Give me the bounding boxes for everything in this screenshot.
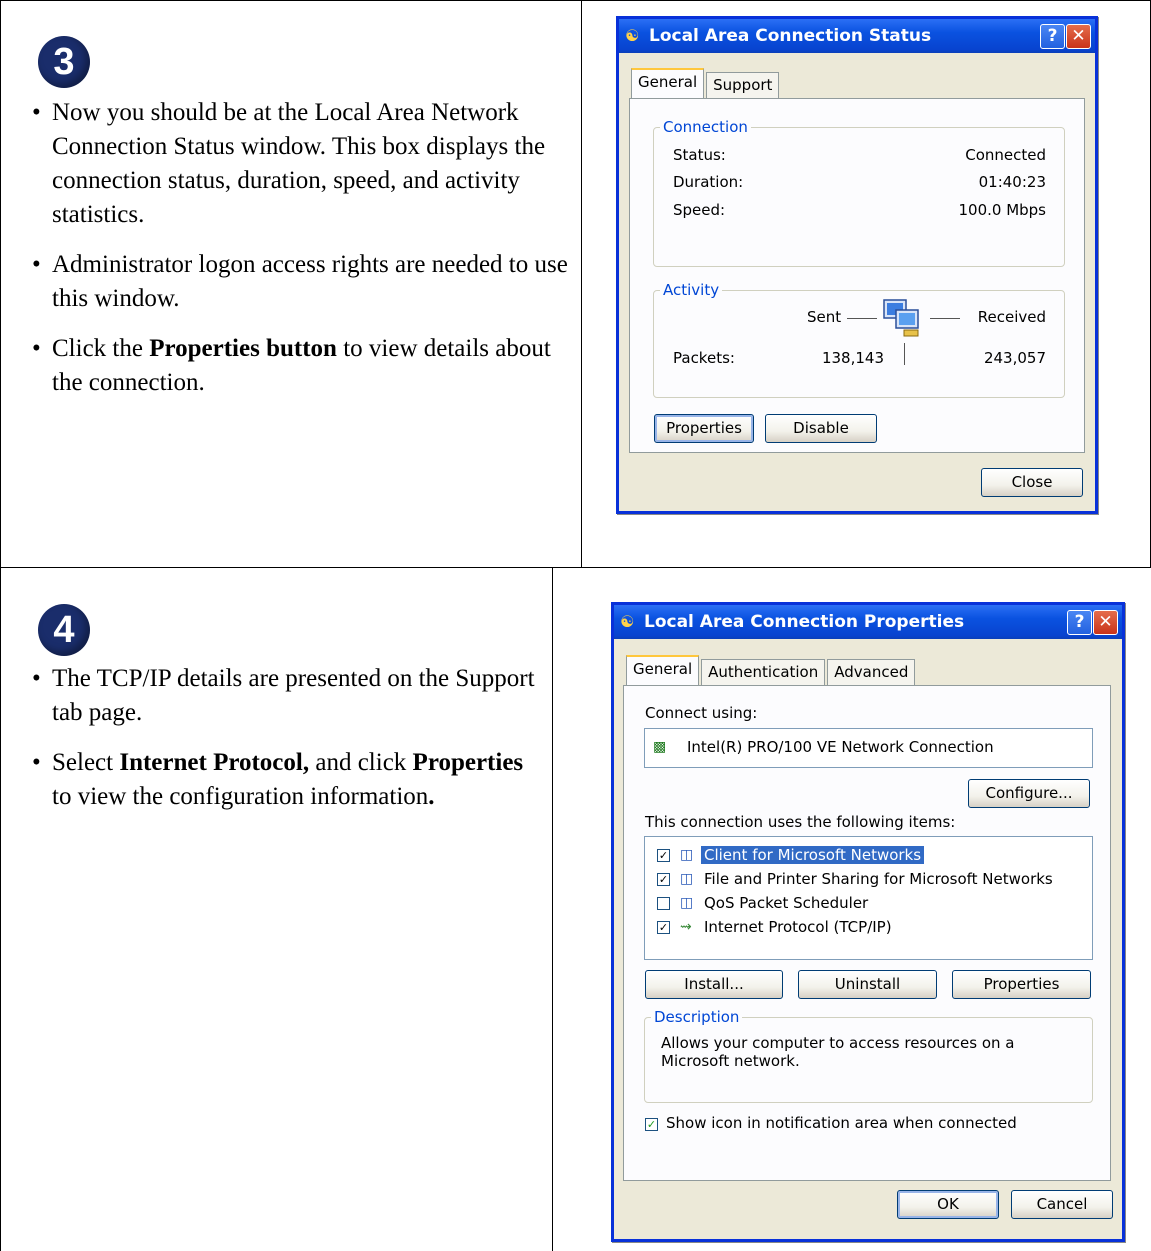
speed-label: Speed: (673, 201, 726, 219)
show-icon-checkbox[interactable]: ✓ (645, 1118, 658, 1131)
tab-general[interactable]: General (631, 68, 705, 98)
item-checkbox[interactable]: ✓ (657, 873, 670, 886)
description-group: Description Allows your computer to acce… (644, 1008, 1093, 1103)
activity-legend: Activity (660, 281, 723, 299)
step-3-bullet-3: Click the Properties button to view deta… (32, 332, 577, 400)
item-checkbox[interactable]: ✓ (657, 849, 670, 862)
step-4-bullets: The TCP/IP details are presented on the … (32, 662, 542, 830)
table-divider-top (581, 0, 582, 568)
file-sharing-icon: ◫ (680, 871, 694, 887)
step-3-badge: 3 (38, 36, 90, 88)
list-item[interactable]: ✓ ◫ File and Printer Sharing for Microso… (645, 869, 1092, 891)
network-adapter-icon: ▩ (653, 739, 667, 755)
list-item[interactable]: ✓ ◫ Client for Microsoft Networks (645, 845, 1092, 867)
status-tab-panel: Connection Status: Connected Duration: 0… (629, 98, 1085, 453)
tab-advanced[interactable]: Advanced (827, 659, 916, 685)
item-label: QoS Packet Scheduler (704, 894, 869, 912)
adapter-field: ▩ Intel(R) PRO/100 VE Network Connection (644, 728, 1093, 768)
network-activity-icon (883, 299, 919, 337)
packets-sent-value: 138,143 (821, 349, 884, 367)
step-4-bullet-2-mid: and click (309, 749, 413, 776)
connect-using-label: Connect using: (645, 704, 758, 722)
network-icon: ☯ (620, 612, 635, 631)
speed-value: 100.0 Mbps (958, 201, 1046, 219)
protocol-icon: ⇝ (680, 919, 692, 935)
step-4-bullet-2-pre: Select (52, 749, 120, 776)
item-label: Client for Microsoft Networks (701, 846, 925, 864)
activity-group: Activity Sent Received Packets: 138,143 … (653, 281, 1065, 398)
help-button[interactable]: ? (1040, 24, 1065, 49)
item-label: Internet Protocol (TCP/IP) (704, 918, 892, 936)
step-4-bullet-2-bold2: Properties (412, 749, 524, 776)
configure-button[interactable]: Configure... (968, 779, 1090, 808)
show-icon-label: Show icon in notification area when conn… (666, 1114, 1017, 1132)
step-4-bullet-2: Select Internet Protocol, and click Prop… (32, 746, 542, 814)
item-checkbox[interactable] (657, 897, 670, 910)
close-button[interactable]: Close (981, 468, 1083, 497)
properties-button[interactable]: Properties (654, 414, 754, 443)
uninstall-button[interactable]: Uninstall (798, 970, 937, 999)
connection-group: Connection Status: Connected Duration: 0… (653, 118, 1065, 267)
tab-authentication[interactable]: Authentication (701, 659, 826, 685)
connection-legend: Connection (660, 118, 751, 136)
step-4-bullet-2-bold1: Internet Protocol, (119, 749, 310, 776)
table-divider-bottom (552, 567, 553, 1251)
properties-tab-panel: Connect using: ▩ Intel(R) PRO/100 VE Net… (623, 685, 1111, 1181)
step-4-bullet-1: The TCP/IP details are presented on the … (32, 662, 542, 730)
step-3-bullet-1: Now you should be at the Local Area Netw… (32, 96, 577, 232)
packets-received-value: 243,057 (983, 349, 1046, 367)
help-button[interactable]: ? (1067, 610, 1092, 635)
status-value: Connected (965, 146, 1046, 164)
close-icon[interactable]: ✕ (1066, 24, 1091, 49)
qos-icon: ◫ (680, 895, 694, 911)
description-text: Allows your computer to access resources… (661, 1034, 1015, 1070)
step-3-bullet-3-pre: Click the (52, 335, 150, 362)
properties-window-titlebar[interactable]: ☯ Local Area Connection Properties ? ✕ (614, 605, 1122, 639)
install-button[interactable]: Install... (645, 970, 783, 999)
list-item[interactable]: ✓ ⇝ Internet Protocol (TCP/IP) (645, 917, 1092, 939)
step-4-bullet-2-end: . (428, 783, 435, 810)
items-label: This connection uses the following items… (645, 813, 956, 831)
table-border-top (0, 0, 1151, 1)
step-4-bullet-2-post: to view the configuration information (52, 783, 429, 810)
tab-general[interactable]: General (626, 655, 700, 685)
disable-button[interactable]: Disable (765, 414, 877, 443)
status-label: Status: (673, 146, 726, 164)
status-window-titlebar[interactable]: ☯ Local Area Connection Status ? ✕ (619, 19, 1095, 53)
adapter-name: Intel(R) PRO/100 VE Network Connection (687, 738, 994, 756)
network-icon: ☯ (625, 26, 640, 45)
properties-tabs: General Authentication Advanced (626, 655, 917, 685)
properties-window: ☯ Local Area Connection Properties ? ✕ G… (611, 602, 1125, 1242)
ok-button[interactable]: OK (897, 1190, 999, 1219)
properties-window-title: Local Area Connection Properties (644, 612, 965, 632)
received-line (930, 318, 960, 319)
table-border-left (0, 0, 1, 1251)
close-icon[interactable]: ✕ (1093, 610, 1118, 635)
duration-label: Duration: (673, 173, 744, 191)
description-legend: Description (651, 1008, 743, 1026)
tab-support[interactable]: Support (706, 72, 780, 98)
activity-divider (904, 343, 905, 365)
item-checkbox[interactable]: ✓ (657, 921, 670, 934)
step-4-badge: 4 (38, 604, 90, 656)
status-tabs: General Support (631, 68, 781, 98)
status-window-title: Local Area Connection Status (649, 26, 932, 46)
sent-line (847, 318, 877, 319)
client-network-icon: ◫ (680, 847, 694, 863)
status-window: ☯ Local Area Connection Status ? ✕ Gener… (616, 16, 1098, 514)
item-label: File and Printer Sharing for Microsoft N… (704, 870, 1053, 888)
received-label: Received (977, 308, 1046, 326)
list-item[interactable]: ◫ QoS Packet Scheduler (645, 893, 1092, 915)
sent-label: Sent (807, 308, 842, 326)
table-row-divider (0, 567, 1151, 568)
step-3-bullet-3-bold: Properties button (149, 335, 337, 362)
step-3-bullet-2: Administrator logon access rights are ne… (32, 248, 577, 316)
cancel-button[interactable]: Cancel (1011, 1190, 1113, 1219)
item-properties-button[interactable]: Properties (952, 970, 1091, 999)
packets-label: Packets: (673, 349, 735, 367)
duration-value: 01:40:23 (978, 173, 1046, 191)
step-3-bullets: Now you should be at the Local Area Netw… (32, 96, 577, 416)
components-list: ✓ ◫ Client for Microsoft Networks ✓ ◫ Fi… (644, 836, 1093, 960)
